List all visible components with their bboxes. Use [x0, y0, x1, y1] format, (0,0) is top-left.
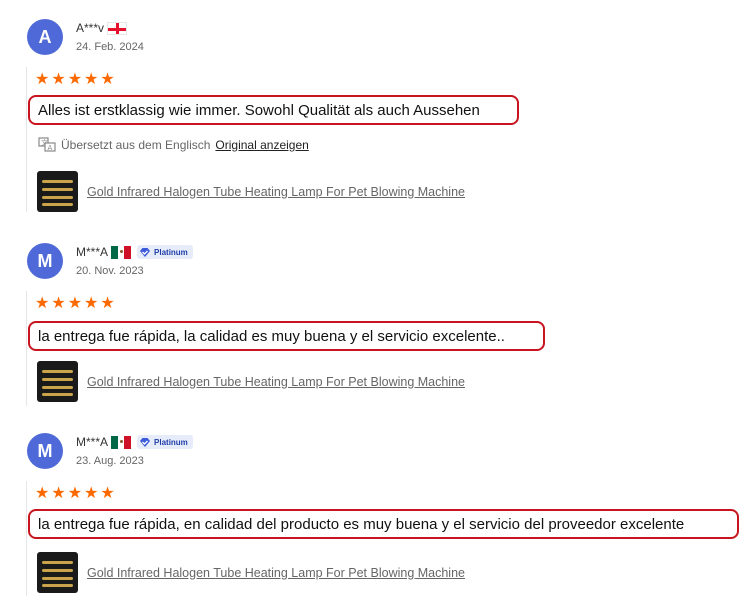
star-icon: ★: [67, 295, 83, 312]
product-link-row[interactable]: Gold Infrared Halogen Tube Heating Lamp …: [37, 552, 465, 593]
review-text: la entrega fue rápida, la calidad es muy…: [28, 321, 545, 351]
show-original-link[interactable]: Original anzeigen: [215, 138, 308, 152]
star-rating: ★ ★ ★ ★ ★: [35, 72, 115, 88]
star-icon: ★: [67, 71, 83, 88]
star-icon: ★: [35, 485, 50, 502]
svg-text:A: A: [48, 144, 53, 152]
mexico-flag-icon: [111, 245, 132, 259]
review-divider: [26, 67, 27, 212]
platinum-badge: Platinum: [137, 245, 193, 259]
review-date: 20. Nov. 2023: [76, 265, 144, 277]
star-icon: ★: [84, 71, 99, 88]
product-link-row[interactable]: Gold Infrared Halogen Tube Heating Lamp …: [37, 361, 465, 402]
star-icon: ★: [51, 485, 66, 502]
diamond-icon: [140, 437, 151, 447]
reviewer-name: M***A: [76, 435, 109, 449]
mexico-flag-icon: [111, 435, 132, 449]
star-icon: ★: [51, 71, 66, 88]
review-text: Alles ist erstklassig wie immer. Sowohl …: [28, 95, 519, 125]
georgia-flag-icon: [107, 21, 128, 35]
badge-label: Platinum: [154, 247, 188, 257]
product-link[interactable]: Gold Infrared Halogen Tube Heating Lamp …: [87, 566, 465, 580]
avatar: A: [27, 19, 63, 55]
star-icon: ★: [84, 485, 99, 502]
review-divider: [26, 481, 27, 596]
star-icon: ★: [67, 485, 83, 502]
review-item: M M***A Platinum 20. Nov. 2023 ★ ★ ★ ★ ★ la …: [0, 243, 750, 413]
product-link-row[interactable]: Gold Infrared Halogen Tube Heating Lamp …: [37, 171, 465, 212]
reviewer-info: M***A Platinum: [76, 244, 193, 260]
translate-icon: 文 A: [38, 137, 56, 152]
star-icon: ★: [35, 71, 50, 88]
reviewer-name: A***v: [76, 21, 105, 35]
reviewer-info: A***v: [76, 20, 128, 36]
star-icon: ★: [84, 295, 99, 312]
product-thumbnail[interactable]: [37, 361, 78, 402]
star-icon: ★: [100, 295, 115, 312]
reviewer-name: M***A: [76, 245, 109, 259]
star-rating: ★ ★ ★ ★ ★: [35, 296, 115, 312]
review-text: la entrega fue rápida, en calidad del pr…: [28, 509, 739, 539]
review-item: M M***A Platinum 23. Aug. 2023 ★ ★ ★ ★ ★ la …: [0, 433, 750, 603]
reviewer-info: M***A Platinum: [76, 434, 193, 450]
star-icon: ★: [100, 71, 115, 88]
product-thumbnail[interactable]: [37, 171, 78, 212]
review-item: A A***v 24. Feb. 2024 ★ ★ ★ ★ ★ Alles ist er…: [0, 19, 750, 214]
star-icon: ★: [51, 295, 66, 312]
product-thumbnail[interactable]: [37, 552, 78, 593]
review-date: 24. Feb. 2024: [76, 41, 144, 53]
star-icon: ★: [100, 485, 115, 502]
review-divider: [26, 291, 27, 406]
translation-note: 文 A Übersetzt aus dem Englisch Original …: [38, 137, 309, 152]
star-icon: ★: [35, 295, 50, 312]
translation-label: Übersetzt aus dem Englisch: [61, 137, 211, 152]
diamond-icon: [140, 247, 151, 257]
avatar: M: [27, 243, 63, 279]
review-date: 23. Aug. 2023: [76, 455, 144, 467]
badge-label: Platinum: [154, 437, 188, 447]
star-rating: ★ ★ ★ ★ ★: [35, 486, 115, 502]
platinum-badge: Platinum: [137, 435, 193, 449]
product-link[interactable]: Gold Infrared Halogen Tube Heating Lamp …: [87, 185, 465, 199]
product-link[interactable]: Gold Infrared Halogen Tube Heating Lamp …: [87, 375, 465, 389]
avatar: M: [27, 433, 63, 469]
